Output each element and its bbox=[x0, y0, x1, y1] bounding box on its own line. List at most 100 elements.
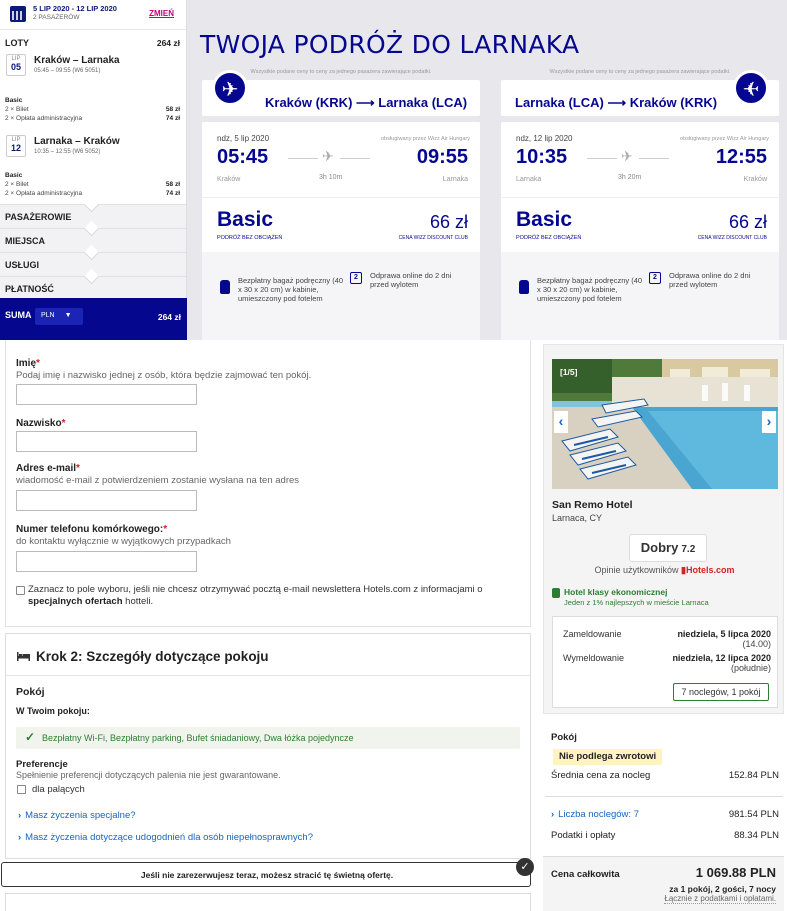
divider bbox=[501, 197, 779, 198]
fare-row-label: 2 × Bilet bbox=[5, 181, 29, 188]
phone-label: Numer telefonu komórkowego:* bbox=[16, 524, 167, 535]
bag-info: Bezpłatny bagaż podręczny (40 x 30 x 20 … bbox=[537, 276, 643, 303]
flight-date: ndz, 12 lip 2020 bbox=[516, 134, 573, 143]
flight-time: 05:45 – 09:55 (W6 5051) bbox=[34, 68, 101, 74]
label-text: Nazwisko bbox=[16, 418, 62, 429]
check-circle-icon: ✓ bbox=[516, 858, 534, 876]
email-hint: wiadomość e-mail z potwierdzeniem zostan… bbox=[16, 475, 300, 486]
photo-prev-button[interactable]: ‹ bbox=[554, 411, 568, 433]
flights-price: 264 zł bbox=[156, 38, 180, 48]
arrival-time: 09:55 bbox=[416, 146, 468, 168]
smokers-checkbox[interactable] bbox=[17, 785, 26, 794]
calendar-icon bbox=[10, 6, 26, 22]
required-mark: * bbox=[61, 418, 66, 429]
reviews-line[interactable]: Opinie użytkowników ▮Hotels.com bbox=[544, 565, 785, 576]
checkout-date: niedziela, 12 lipca 2020 bbox=[672, 653, 771, 663]
hotel-card: [1/5] ‹ › San Remo Hotel Larnaca, CY Dob… bbox=[543, 344, 784, 714]
in-room-label: W Twoim pokoju: bbox=[16, 706, 90, 716]
required-mark: * bbox=[76, 463, 80, 474]
operator: obsługiwany przez Wizz Air Hungary bbox=[680, 136, 769, 142]
route-line bbox=[639, 158, 669, 159]
currency-select[interactable]: PLN ▼ bbox=[35, 308, 83, 325]
last-name-input[interactable] bbox=[16, 431, 197, 452]
avg-price-label: Średnia cena za nocleg bbox=[551, 770, 651, 781]
economy-class-sub: Jeden z 1% najlepszych w mieście Larnaca bbox=[564, 598, 709, 607]
newsletter-pre: Zaznacz to pole wyboru, jeśli nie chcesz… bbox=[28, 584, 483, 595]
hotel-photo[interactable]: [1/5] ‹ › bbox=[552, 359, 778, 489]
flight-duration: 3h 20m bbox=[618, 174, 642, 181]
flight-route: Larnaka (LCA) ⟶ Kraków (KRK) bbox=[515, 95, 718, 110]
taxes-included-note[interactable]: Łącznie z podatkami i opłatami. bbox=[664, 894, 776, 904]
flights-label: LOTY bbox=[5, 38, 29, 48]
nights-rooms-button[interactable]: 7 noclegów, 1 pokój bbox=[673, 683, 769, 701]
flight-date-box: LIP 05 bbox=[6, 54, 26, 76]
award-icon bbox=[552, 588, 560, 598]
flight-route: Kraków (KRK) ⟶ Larnaka (LCA) bbox=[265, 95, 468, 110]
plane-icon: ✈ bbox=[212, 70, 248, 106]
photo-next-button[interactable]: › bbox=[762, 411, 776, 433]
currency-value: PLN bbox=[41, 312, 55, 319]
room-label: Pokój bbox=[551, 732, 577, 743]
taxes-value: 88.34 PLN bbox=[734, 830, 779, 841]
sidebar-header: 5 LIP 2020 - 12 LIP 2020 2 PASAŻERÓW ZMI… bbox=[0, 0, 186, 30]
change-link[interactable]: ZMIEŃ bbox=[149, 9, 174, 18]
total-details: za 1 pokój, 2 gości, 7 nocy bbox=[669, 884, 776, 894]
checkin-date: niedziela, 5 lipca 2020 bbox=[677, 629, 771, 639]
origin-city: Larnaka bbox=[516, 176, 542, 183]
label-text: Imię bbox=[16, 358, 37, 369]
email-label: Adres e-mail* bbox=[16, 463, 80, 474]
fare-row: 2 × Opłata administracyjna 74 zł bbox=[5, 115, 180, 122]
operator: obsługiwany przez Wizz Air Hungary bbox=[381, 136, 470, 142]
hotel-location: Larnaca, CY bbox=[552, 513, 603, 523]
reviews-brand: Hotels.com bbox=[686, 565, 735, 575]
phone-input[interactable] bbox=[16, 551, 197, 572]
nights-count-link[interactable]: › Liczba noclegów: 7 bbox=[551, 809, 639, 820]
newsletter-checkbox[interactable] bbox=[16, 586, 25, 595]
fare-row-label: 2 × Opłata administracyjna bbox=[5, 190, 83, 197]
total-value: 1 069.88 PLN bbox=[695, 865, 776, 880]
plane-small-icon: ✈ bbox=[322, 148, 334, 164]
guest-form: Imię * Podaj imię i nazwisko jednej z osó… bbox=[0, 340, 540, 911]
accessibility-link[interactable]: › Masz życzenia dotyczące udogodnień dla … bbox=[18, 832, 313, 843]
divider bbox=[545, 796, 783, 797]
flight-duration: 3h 10m bbox=[319, 174, 343, 181]
flight-date-box: LIP 12 bbox=[6, 135, 26, 157]
flight-card-body: ndz, 5 lip 2020 obsługiwany przez Wizz A… bbox=[202, 122, 480, 340]
next-section-edge bbox=[5, 893, 531, 911]
link-text: Liczba noclegów: 7 bbox=[558, 809, 639, 820]
flight-route: Larnaka – Kraków bbox=[34, 136, 120, 147]
route-line bbox=[340, 158, 370, 159]
special-wishes-link[interactable]: › Masz życzenia specjalne? bbox=[18, 810, 136, 821]
section-payment[interactable]: PŁATNOŚĆ bbox=[0, 276, 186, 300]
fare-row: 2 × Bilet 58 zł bbox=[5, 106, 180, 113]
fare-row-price: 74 zł bbox=[165, 115, 180, 122]
price-disclaimer: Wszystkie podane ceny to ceny za jednego… bbox=[250, 69, 432, 75]
newsletter-bold: specjalnych ofertach bbox=[28, 596, 123, 607]
stay-dates-box: Zameldowanie niedziela, 5 lipca 2020 (14… bbox=[552, 616, 778, 708]
check-icon: ✓ bbox=[25, 730, 36, 744]
label-text: Adres e-mail bbox=[16, 463, 77, 474]
flight-card-outbound: Wszystkie podane ceny to ceny za jednego… bbox=[202, 68, 480, 340]
rating-word: Dobry bbox=[640, 540, 679, 555]
bag-icon bbox=[220, 280, 230, 294]
chevron-right-icon: › bbox=[551, 809, 555, 820]
checkin-info: Odprawa online do 2 dni przed wylotem bbox=[370, 271, 452, 289]
chevron-right-icon: › bbox=[18, 832, 22, 843]
economy-class-title: Hotel klasy ekonomicznej bbox=[564, 587, 668, 597]
first-name-hint: Podaj imię i nazwisko jednej z osób, któ… bbox=[16, 370, 312, 381]
urgency-banner: Jeśli nie zarezerwujesz teraz, możesz st… bbox=[1, 858, 534, 887]
reviews-label: Opinie użytkowników bbox=[594, 565, 679, 575]
total-label: SUMA bbox=[5, 310, 32, 320]
flight-day: 12 bbox=[10, 143, 21, 153]
email-input[interactable] bbox=[16, 490, 197, 511]
first-name-input[interactable] bbox=[16, 384, 197, 405]
photo-counter: [1/5] bbox=[560, 367, 578, 377]
fare-subtitle: PODRÓŻ BEZ OBCIĄŻEŃ bbox=[516, 235, 582, 241]
fare-row-price: 58 zł bbox=[165, 181, 180, 188]
total-price-box: Cena całkowita 1 069.88 PLN za 1 pokój, … bbox=[543, 856, 784, 911]
fare-row-label: 2 × Bilet bbox=[5, 106, 29, 113]
checkin-time: (14.00) bbox=[742, 639, 771, 649]
route-line bbox=[288, 158, 318, 159]
fare-name: Basic bbox=[217, 208, 274, 231]
checkin-icon: 2 bbox=[350, 272, 362, 284]
